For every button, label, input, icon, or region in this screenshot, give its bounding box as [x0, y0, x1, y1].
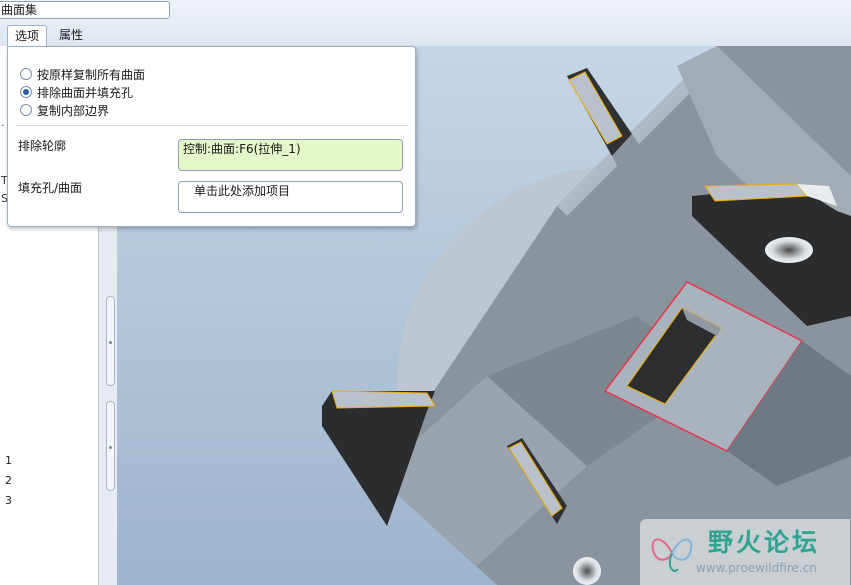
tree-row-number: 2 [5, 474, 12, 487]
exclude-contours-label: 排除轮廓 [18, 139, 67, 153]
grip-dot-icon [109, 446, 112, 449]
fill-holes-label: 填充孔/曲面 [18, 181, 83, 195]
radio-button-icon[interactable] [20, 68, 32, 80]
radio-label: 按原样复制所有曲面 [37, 67, 146, 82]
grip-dot-icon [109, 341, 112, 344]
panel-divider [16, 125, 408, 126]
exclude-collector-value: 控制:曲面:F6(拉伸_1) [183, 142, 301, 156]
tree-fragment: . [1, 116, 5, 129]
radio-label: 排除曲面并填充孔 [37, 85, 134, 100]
radio-button-icon[interactable] [20, 104, 32, 116]
tree-row-number: 3 [5, 494, 12, 507]
fill-collector-placeholder: 单击此处添加项目 [194, 184, 291, 198]
radio-copy-inside-boundary[interactable]: 复制内部边界 [20, 102, 109, 118]
fill-holes-collector[interactable]: 单击此处添加项目 [178, 181, 403, 213]
tree-row-number: 1 [5, 454, 12, 467]
splitter-grip[interactable] [106, 401, 115, 491]
exclude-contours-collector[interactable]: 控制:曲面:F6(拉伸_1) [178, 139, 403, 171]
radio-label: 复制内部边界 [37, 103, 110, 118]
left-lug-top-selected [331, 390, 436, 409]
butterfly-flame-logo-icon [651, 538, 693, 572]
tab-bar: 选项 属性 [0, 25, 851, 47]
radio-copy-all-surfaces[interactable]: 按原样复制所有曲面 [20, 66, 145, 82]
radio-button-checked-icon[interactable] [20, 86, 32, 98]
watermark: 野火论坛 www.proewildfire.cn [640, 519, 850, 585]
options-panel: 按原样复制所有曲面 排除曲面并填充孔 复制内部边界 排除轮廓 控制:曲面:F6(… [7, 46, 416, 227]
lower-hole [573, 557, 601, 585]
watermark-url: www.proewildfire.cn [696, 561, 817, 575]
top-strip: 曲面集 选项 属性 [0, 0, 851, 47]
watermark-title: 野火论坛 [708, 528, 821, 557]
tab-options[interactable]: 选项 [7, 25, 48, 47]
surface-set-name-field[interactable]: 曲面集 [0, 1, 170, 19]
radio-exclude-and-fill[interactable]: 排除曲面并填充孔 [20, 84, 133, 100]
tab-properties[interactable]: 属性 [52, 25, 90, 47]
right-lug-hole [765, 237, 813, 263]
splitter-grip[interactable] [106, 296, 115, 386]
